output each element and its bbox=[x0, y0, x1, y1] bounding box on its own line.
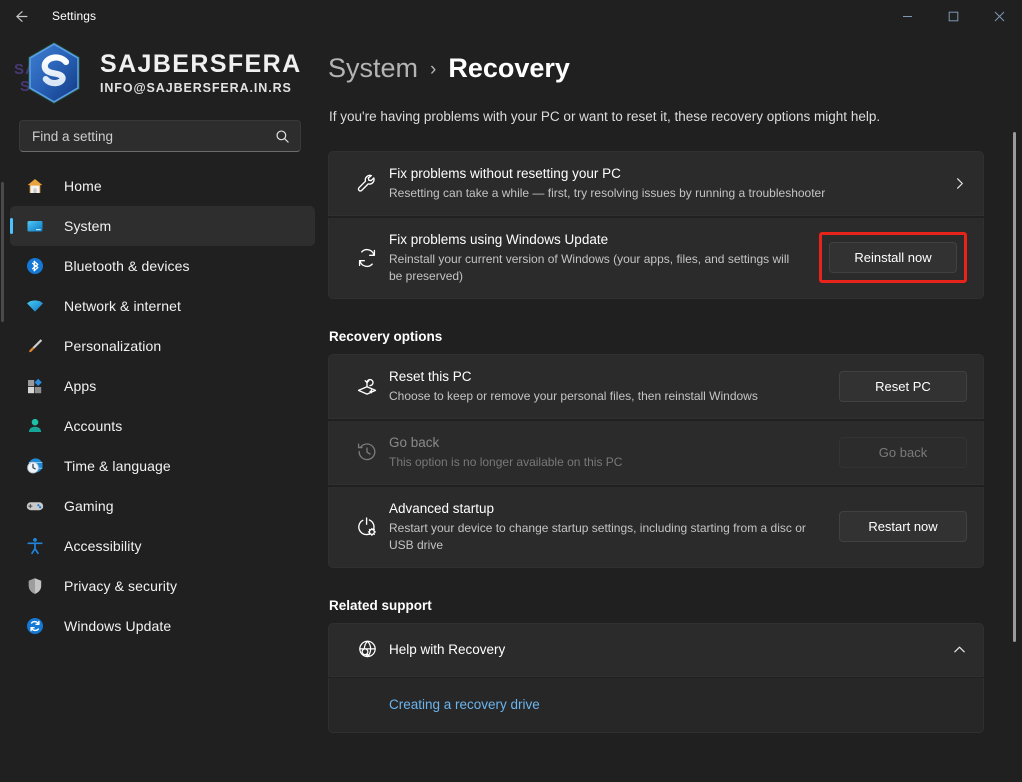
sidebar-scrollbar[interactable] bbox=[1, 182, 4, 322]
chevron-up-icon[interactable] bbox=[937, 642, 967, 657]
sajbersfera-logo-icon: SAJBER SFERA bbox=[10, 33, 98, 113]
main-content: System › Recovery If you're having probl… bbox=[320, 32, 1022, 782]
sidebar-item-system[interactable]: System bbox=[10, 206, 315, 246]
sidebar-item-label: Apps bbox=[64, 378, 96, 394]
related-support-heading: Related support bbox=[329, 598, 984, 613]
sidebar-item-accounts[interactable]: Accounts bbox=[10, 406, 315, 446]
search-icon bbox=[275, 129, 290, 144]
window-title: Settings bbox=[52, 9, 96, 23]
brush-icon bbox=[22, 335, 48, 357]
breadcrumb-separator: › bbox=[430, 59, 436, 81]
minimize-button[interactable] bbox=[884, 0, 930, 32]
wifi-icon bbox=[22, 295, 48, 317]
sidebar-item-home[interactable]: Home bbox=[10, 166, 315, 206]
card-description: Reinstall your current version of Window… bbox=[389, 251, 805, 285]
bluetooth-icon bbox=[22, 255, 48, 277]
primary-cards: Fix problems without resetting your PC R… bbox=[328, 151, 984, 299]
reinstall-now-button[interactable]: Reinstall now bbox=[829, 242, 957, 273]
power-gear-icon bbox=[345, 515, 389, 539]
expander-label: Help with Recovery bbox=[389, 641, 923, 659]
go-back-button: Go back bbox=[839, 437, 967, 468]
card-description: Choose to keep or remove your personal f… bbox=[389, 388, 825, 405]
sidebar-item-bluetooth-devices[interactable]: Bluetooth & devices bbox=[10, 246, 315, 286]
link-creating-a-recovery-drive[interactable]: Creating a recovery drive bbox=[389, 697, 540, 712]
page-title: Recovery bbox=[448, 53, 570, 84]
highlight-annotation-box: Reinstall now bbox=[819, 232, 967, 283]
sidebar-item-label: Home bbox=[64, 178, 102, 194]
card-title: Fix problems using Windows Update bbox=[389, 231, 805, 249]
sidebar-item-time-language[interactable]: Time & language bbox=[10, 446, 315, 486]
card-fix-problems-using-windows-update: Fix problems using Windows Update Reinst… bbox=[328, 218, 984, 299]
search-box[interactable] bbox=[19, 120, 301, 152]
gamepad-icon bbox=[22, 495, 48, 517]
account-header[interactable]: SAJBER SFERA SAJBERSFERA INFO@SAJBERSFER… bbox=[0, 32, 320, 116]
account-name: SAJBERSFERA bbox=[100, 51, 302, 79]
window-body: SAJBER SFERA SAJBERSFERA INFO@SAJBERSFER… bbox=[0, 32, 1022, 782]
account-email: INFO@SAJBERSFERA.IN.RS bbox=[100, 81, 302, 95]
globe-help-icon bbox=[345, 638, 389, 661]
main-scrollbar[interactable] bbox=[1013, 132, 1016, 642]
sidebar-item-network-internet[interactable]: Network & internet bbox=[10, 286, 315, 326]
help-with-recovery-body: Creating a recovery drive bbox=[328, 678, 984, 733]
sidebar-item-accessibility[interactable]: Accessibility bbox=[10, 526, 315, 566]
recovery-options-heading: Recovery options bbox=[329, 329, 984, 344]
card-title: Advanced startup bbox=[389, 500, 825, 518]
reset-pc-button[interactable]: Reset PC bbox=[839, 371, 967, 402]
help-with-recovery-header[interactable]: Help with Recovery bbox=[328, 623, 984, 677]
sidebar-nav: Home System bbox=[0, 166, 320, 646]
sidebar-item-label: Bluetooth & devices bbox=[64, 258, 190, 274]
card-advanced-startup: Advanced startup Restart your device to … bbox=[328, 487, 984, 568]
sync-icon bbox=[345, 246, 389, 270]
card-reset-this-pc: Reset this PC Choose to keep or remove y… bbox=[328, 354, 984, 419]
sidebar-item-privacy-security[interactable]: Privacy & security bbox=[10, 566, 315, 606]
system-icon bbox=[22, 215, 48, 237]
help-with-recovery-expander: Help with Recovery Creating a recovery d… bbox=[328, 623, 984, 733]
sidebar-item-label: Privacy & security bbox=[64, 578, 177, 594]
clock-globe-icon bbox=[22, 455, 48, 477]
reset-pc-icon bbox=[345, 374, 389, 398]
apps-icon bbox=[22, 375, 48, 397]
card-title: Reset this PC bbox=[389, 368, 825, 386]
accessibility-icon bbox=[22, 535, 48, 557]
person-icon bbox=[22, 415, 48, 437]
breadcrumb: System › Recovery bbox=[328, 53, 984, 84]
shield-icon bbox=[22, 575, 48, 597]
chevron-right-icon[interactable] bbox=[937, 176, 967, 191]
settings-window: Settings bbox=[0, 0, 1022, 782]
card-title: Fix problems without resetting your PC bbox=[389, 165, 923, 183]
card-go-back: Go back This option is no longer availab… bbox=[328, 421, 984, 485]
restart-now-button[interactable]: Restart now bbox=[839, 511, 967, 542]
sidebar-item-personalization[interactable]: Personalization bbox=[10, 326, 315, 366]
history-icon bbox=[345, 440, 389, 464]
update-icon bbox=[22, 615, 48, 637]
sidebar-item-label: Accessibility bbox=[64, 538, 142, 554]
sidebar-item-label: Network & internet bbox=[64, 298, 181, 314]
search-input[interactable] bbox=[32, 129, 275, 144]
breadcrumb-parent[interactable]: System bbox=[328, 53, 418, 84]
close-button[interactable] bbox=[976, 0, 1022, 32]
wrench-icon bbox=[345, 172, 389, 196]
maximize-button[interactable] bbox=[930, 0, 976, 32]
sidebar-item-gaming[interactable]: Gaming bbox=[10, 486, 315, 526]
card-description: This option is no longer available on th… bbox=[389, 454, 825, 471]
sidebar: SAJBER SFERA SAJBERSFERA INFO@SAJBERSFER… bbox=[0, 32, 320, 782]
sidebar-item-label: Personalization bbox=[64, 338, 161, 354]
sidebar-item-label: Time & language bbox=[64, 458, 171, 474]
recovery-options-list: Reset this PC Choose to keep or remove y… bbox=[328, 354, 984, 568]
home-icon bbox=[22, 175, 48, 197]
card-fix-problems-without-resetting[interactable]: Fix problems without resetting your PC R… bbox=[328, 151, 984, 216]
page-subtitle: If you're having problems with your PC o… bbox=[329, 109, 984, 124]
back-button[interactable] bbox=[0, 0, 40, 32]
sidebar-item-windows-update[interactable]: Windows Update bbox=[10, 606, 315, 646]
card-description: Restart your device to change startup se… bbox=[389, 520, 825, 554]
sidebar-item-label: Windows Update bbox=[64, 618, 171, 634]
sidebar-item-apps[interactable]: Apps bbox=[10, 366, 315, 406]
sidebar-item-label: Gaming bbox=[64, 498, 114, 514]
card-description: Resetting can take a while — first, try … bbox=[389, 185, 923, 202]
sidebar-item-label: Accounts bbox=[64, 418, 122, 434]
title-bar: Settings bbox=[0, 0, 1022, 32]
card-title: Go back bbox=[389, 434, 825, 452]
sidebar-item-label: System bbox=[64, 218, 111, 234]
